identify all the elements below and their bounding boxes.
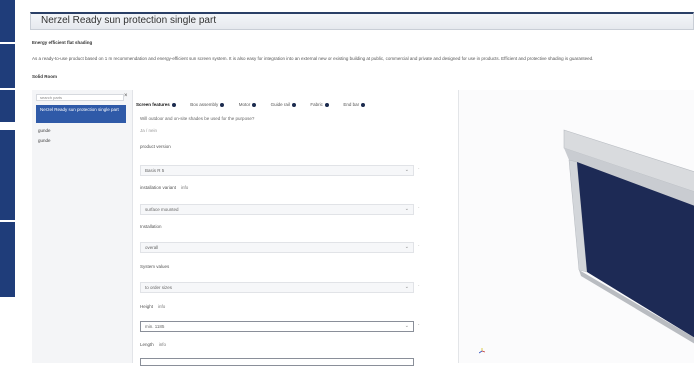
config-tabs: Screen features Box assembly Motor Guide… [136, 93, 375, 107]
field-label: System values [140, 264, 170, 269]
axis-gizmo-icon [479, 348, 485, 354]
sidebar-item[interactable]: gunde [38, 128, 51, 133]
field-marker-icon: · [418, 243, 420, 249]
chevron-down-icon: ⌄ [404, 206, 409, 212]
tab-guide-rail[interactable]: Guide rail [271, 102, 296, 107]
strip-segment [0, 90, 15, 122]
config-form-panel: Screen features Box assembly Motor Guide… [134, 90, 456, 366]
strip-segment [0, 222, 15, 297]
strip-segment [0, 130, 15, 220]
status-dot-icon [252, 102, 257, 107]
strip-segment [0, 44, 15, 88]
tab-box-assembly[interactable]: Box assembly [190, 102, 225, 107]
info-icon[interactable]: info [181, 185, 188, 190]
chevron-down-icon: ⌄ [404, 284, 409, 290]
field-label: Height info [140, 304, 166, 309]
field-marker-icon: · [418, 205, 420, 211]
status-dot-icon [291, 102, 296, 107]
page-description: As a ready-to-use product based on 1 m r… [32, 56, 594, 61]
length-input[interactable] [140, 358, 414, 366]
field-label: product version [140, 144, 171, 149]
field-label: installation variant info [140, 185, 189, 190]
status-dot-icon [171, 102, 176, 107]
height-input[interactable]: min. 1185 ⌄ [140, 321, 414, 332]
strip-segment [0, 0, 15, 42]
tab-screen-features[interactable]: Screen features [136, 102, 176, 107]
field-label: Installation [140, 224, 162, 229]
form-question: Will outdoor and on-site shades be used … [140, 116, 255, 121]
system-values-select[interactable]: to order sizes ⌄ [140, 282, 414, 293]
window-titlebar: Nerzel Ready sun protection single part [30, 12, 694, 30]
parts-search-input[interactable]: search parts [36, 94, 124, 101]
tab-motor[interactable]: Motor [239, 102, 257, 107]
product-version-select[interactable]: Basis R 5 ⌄ [140, 165, 414, 176]
sidebar-item-active[interactable]: Nerzel Ready sun protection single part [36, 105, 126, 123]
status-dot-icon [220, 102, 225, 107]
chevron-down-icon: ⌄ [404, 244, 409, 250]
chevron-down-icon: ⌄ [404, 323, 409, 329]
installation-variant-select[interactable]: surface mounted ⌄ [140, 204, 414, 215]
window-title: Nerzel Ready sun protection single part [41, 15, 217, 26]
info-icon[interactable]: info [159, 342, 166, 347]
left-edge-strip [0, 0, 16, 363]
field-marker-icon: · [418, 283, 420, 289]
info-icon[interactable]: info [158, 304, 165, 309]
sidebar-item[interactable]: gunde [38, 138, 51, 143]
page-subtitle: Energy efficient flat shading [32, 40, 93, 45]
form-answer-toggle[interactable]: Ja / nein [140, 128, 157, 133]
section-label: Solid Room [32, 74, 57, 79]
tab-fabric[interactable]: Fabric [310, 102, 329, 107]
status-dot-icon [324, 102, 329, 107]
installation-select[interactable]: overall ⌄ [140, 242, 414, 253]
field-label: Length info [140, 342, 167, 347]
close-icon[interactable]: × [124, 93, 128, 99]
status-dot-icon [361, 102, 366, 107]
parts-sidebar: search parts × Nerzel Ready sun protecti… [32, 90, 133, 363]
chevron-down-icon: ⌄ [404, 167, 409, 173]
sun-protection-model [563, 129, 694, 344]
field-marker-icon: · [418, 322, 420, 328]
tab-end-bar[interactable]: End bar [343, 102, 366, 107]
3d-preview-viewer[interactable] [458, 90, 694, 363]
field-marker-icon: · [418, 166, 420, 172]
configurator-app: Nerzel Ready sun protection single part … [18, 0, 694, 366]
